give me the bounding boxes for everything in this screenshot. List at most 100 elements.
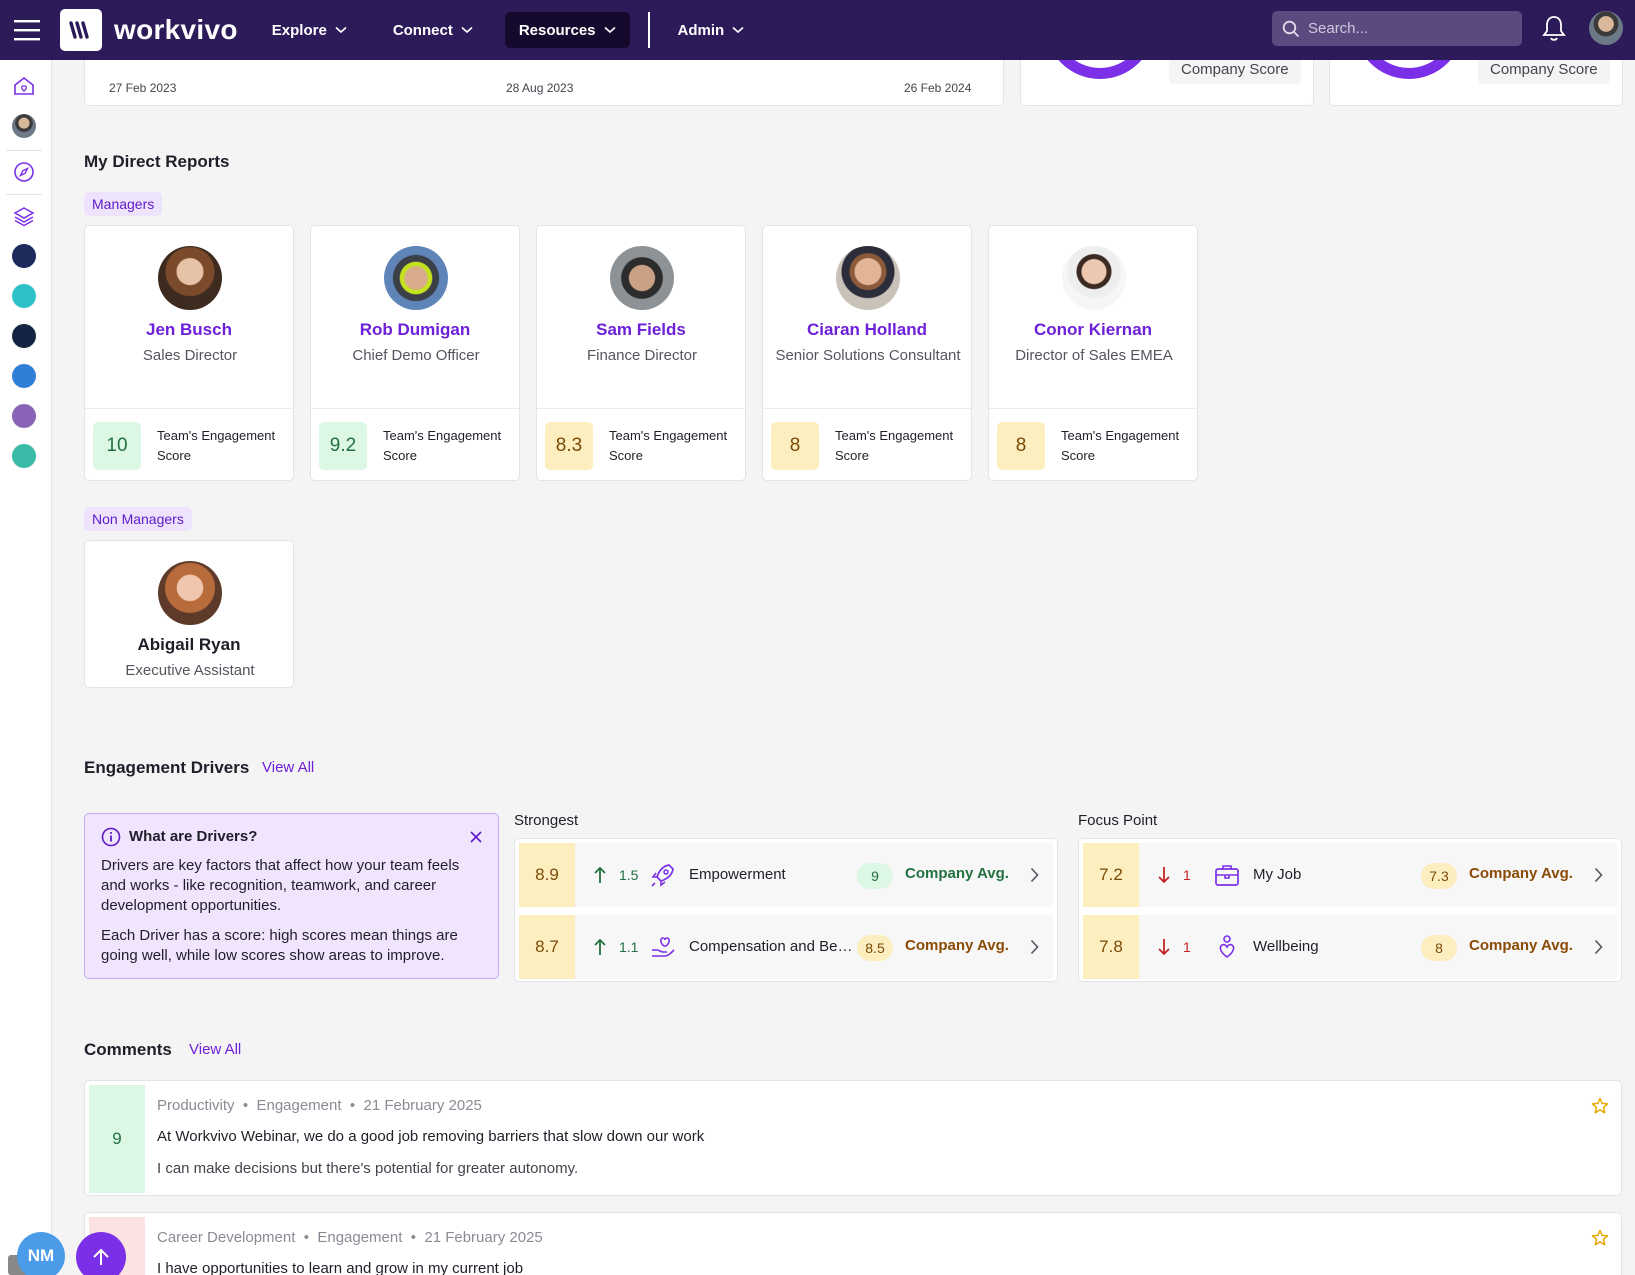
chevron-right-icon[interactable] — [1030, 867, 1039, 883]
person-name[interactable]: Jen Busch — [85, 320, 293, 340]
avatar — [158, 246, 222, 310]
company-avg-label: Company Avg. — [905, 865, 1009, 882]
notifications-bell-icon[interactable] — [1541, 14, 1567, 42]
comments-title: Comments — [84, 1040, 172, 1059]
space-icon[interactable] — [12, 284, 36, 308]
driver-score: 7.8 — [1083, 915, 1139, 979]
comment-topic: Career Development — [157, 1229, 296, 1246]
chevron-right-icon[interactable] — [1594, 867, 1603, 883]
arrow-up-icon — [594, 866, 606, 883]
workvivo-logo-icon[interactable] — [60, 9, 102, 51]
chevron-right-icon[interactable] — [1030, 939, 1039, 955]
person-name[interactable]: Sam Fields — [537, 320, 745, 340]
chevron-down-icon — [603, 26, 616, 34]
chevron-right-icon[interactable] — [1594, 939, 1603, 955]
comment-score: 9 — [89, 1085, 145, 1193]
left-sidebar — [0, 60, 52, 1275]
user-initials-button[interactable]: NM — [17, 1232, 65, 1275]
driver-name: Empowerment — [689, 866, 786, 883]
space-icon[interactable] — [12, 324, 36, 348]
compass-icon[interactable] — [12, 160, 36, 184]
arrow-down-icon — [1158, 867, 1170, 884]
space-icon[interactable] — [12, 244, 36, 268]
arrow-up-icon — [93, 1248, 109, 1265]
nav-admin[interactable]: Admin — [664, 12, 759, 48]
comment-card[interactable]: 9 Productivity • Engagement • 21 Februar… — [84, 1080, 1622, 1196]
chevron-down-icon — [461, 26, 473, 34]
driver-row[interactable]: 8.9 1.5 Empowerment 9 Company Avg. — [519, 843, 1053, 907]
comment-category: Engagement — [317, 1229, 403, 1246]
manager-card[interactable]: Rob Dumigan Chief Demo Officer 9.2 Team'… — [310, 225, 520, 481]
engagement-score-label: Team's Engagement Score — [609, 428, 728, 463]
driver-score: 8.7 — [519, 915, 575, 979]
person-name[interactable]: Conor Kiernan — [989, 320, 1197, 340]
non-manager-card[interactable]: Abigail Ryan Executive Assistant — [84, 540, 294, 688]
manager-card[interactable]: Jen Busch Sales Director 10 Team's Engag… — [84, 225, 294, 481]
driver-score: 7.2 — [1083, 843, 1139, 907]
person-name[interactable]: Rob Dumigan — [311, 320, 519, 340]
driver-score: 8.9 — [519, 843, 575, 907]
arrow-up-icon — [594, 938, 606, 955]
search-input[interactable]: Search... — [1272, 11, 1522, 46]
space-icon[interactable] — [12, 404, 36, 428]
manager-card[interactable]: Conor Kiernan Director of Sales EMEA 8 T… — [988, 225, 1198, 481]
company-avg-badge: 8 — [1421, 935, 1457, 961]
driver-row[interactable]: 7.8 1 Wellbeing 8 Company Avg. — [1083, 915, 1617, 979]
avatar — [610, 246, 674, 310]
nav-divider — [647, 12, 650, 48]
strongest-drivers-box: 8.9 1.5 Empowerment 9 Company Avg. 8.7 1… — [514, 838, 1058, 982]
manager-card[interactable]: Sam Fields Finance Director 8.3 Team's E… — [536, 225, 746, 481]
nav-connect[interactable]: Connect — [379, 12, 487, 48]
driver-row[interactable]: 8.7 1.1 Compensation and Benefits 8.5 Co… — [519, 915, 1053, 979]
person-role: Sales Director — [142, 347, 238, 364]
star-icon[interactable] — [1591, 1097, 1609, 1115]
nav-resources[interactable]: Resources — [504, 12, 630, 48]
app-logo-text[interactable]: workvivo — [114, 14, 238, 46]
focus-point-label: Focus Point — [1078, 812, 1158, 829]
card-divider — [537, 408, 745, 409]
company-avg-label: Company Avg. — [1469, 937, 1573, 954]
sidebar-divider — [6, 194, 42, 195]
person-role: Executive Assistant — [125, 662, 255, 679]
person-name: Abigail Ryan — [137, 635, 241, 654]
scroll-to-top-button[interactable] — [76, 1232, 126, 1275]
meta-separator: • — [406, 1229, 421, 1246]
person-name[interactable]: Ciaran Holland — [763, 320, 971, 340]
comments-view-all-link[interactable]: View All — [189, 1041, 241, 1058]
comment-answer: I can make decisions but there's potenti… — [157, 1160, 579, 1177]
hand-heart-icon — [652, 937, 675, 957]
meta-separator: • — [299, 1229, 314, 1246]
menu-icon[interactable] — [0, 0, 54, 60]
main-nav: Explore Connect Resources Admin — [258, 0, 776, 60]
chevron-down-icon — [732, 26, 744, 34]
space-icon[interactable] — [12, 364, 36, 388]
profile-avatar[interactable] — [12, 114, 36, 138]
company-avg-badge: 8.5 — [857, 935, 893, 961]
sidebar-divider — [6, 150, 42, 151]
person-role: Senior Solutions Consultant — [775, 347, 961, 364]
manager-card[interactable]: Ciaran Holland Senior Solutions Consulta… — [762, 225, 972, 481]
driver-name: Compensation and Benefits — [689, 938, 859, 955]
avatar — [836, 246, 900, 310]
home-heart-icon[interactable] — [12, 74, 36, 98]
timeline-date: 26 Feb 2024 — [904, 81, 972, 95]
driver-row[interactable]: 7.2 1 My Job 7.3 Company Avg. — [1083, 843, 1617, 907]
engagement-score-badge: 8 — [997, 422, 1045, 470]
star-icon[interactable] — [1591, 1229, 1609, 1247]
comment-card[interactable]: 2 Career Development • Engagement • 21 F… — [84, 1212, 1622, 1275]
comment-date: 21 February 2025 — [363, 1097, 482, 1114]
user-avatar[interactable] — [1589, 11, 1623, 45]
timeline-date: 28 Aug 2023 — [506, 81, 574, 95]
drivers-view-all-link[interactable]: View All — [262, 759, 314, 776]
close-icon[interactable] — [469, 830, 483, 844]
managers-pill: Managers — [84, 192, 163, 216]
space-icon[interactable] — [12, 444, 36, 468]
focus-drivers-box: 7.2 1 My Job 7.3 Company Avg. 7.8 1 Well… — [1078, 838, 1622, 982]
nav-explore[interactable]: Explore — [258, 12, 361, 48]
card-divider — [311, 408, 519, 409]
comment-question: I have opportunities to learn and grow i… — [157, 1260, 524, 1275]
layers-icon[interactable] — [12, 204, 36, 228]
rocket-icon — [651, 864, 674, 887]
company-avg-label: Company Avg. — [1469, 865, 1573, 882]
engagement-score-badge: 8 — [771, 422, 819, 470]
